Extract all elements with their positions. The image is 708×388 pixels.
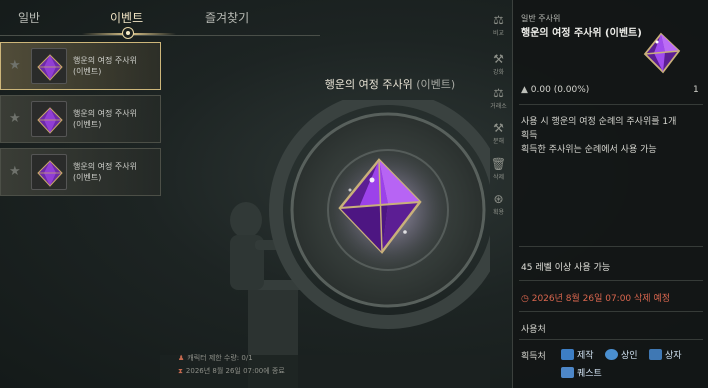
sidebar-label: 비교 (492, 30, 505, 37)
hammer-icon: ⚒ (493, 121, 504, 135)
item-name-line2: (이벤트) (73, 67, 102, 76)
acquisition-label: 획득처 (521, 352, 546, 362)
dice-item-icon (639, 30, 685, 76)
item-description: 사용 시 행운의 여정 순례의 주사위를 1개 획득 획득한 주사위는 순례에서… (521, 115, 701, 157)
divider (519, 246, 703, 247)
craft-icon (561, 349, 574, 360)
dice-thumbnail (31, 101, 67, 137)
active-tab-indicator (122, 27, 134, 39)
trash-icon: 🗑 (490, 157, 507, 171)
description-line: 획득 (521, 131, 538, 141)
item-stat: ▲ 0.00 (0.00%) (521, 85, 589, 95)
character-limit-text: ♟ 캐릭터 제한 수량: 0/1 (178, 353, 253, 363)
list-item[interactable]: ★ 행운의 여정 주사위 (이벤트) (0, 148, 161, 196)
source-label: 제작 (577, 351, 594, 361)
description-line: 사용 시 행운의 여정 순례의 주사위를 1개 (521, 117, 677, 127)
sidebar-item-enhance[interactable]: ⚒ 강화 (485, 52, 512, 76)
sidebar-label: 획용 (492, 209, 505, 216)
usage-label: 사용처 (521, 325, 546, 335)
favorite-star-icon[interactable]: ★ (9, 111, 21, 126)
merchant-icon (605, 349, 618, 360)
action-sidebar: ⚖ 비교 ⚒ 강화 ⚖ 거래소 ⚒ 분해 🗑 삭제 ⊛ 획용 (485, 0, 512, 388)
dice-thumbnail (31, 48, 67, 84)
dice-thumbnail (31, 154, 67, 190)
description-line: 획득한 주사위는 순례에서 사용 가능 (521, 145, 657, 155)
item-name: 행운의 여정 주사위 (이벤트) (73, 161, 159, 183)
divider (519, 280, 703, 281)
item-showcase (160, 91, 507, 388)
category-tabs: 일반 이벤트 즐겨찾기 (0, 0, 320, 39)
tab-general[interactable]: 일반 (18, 9, 40, 26)
sidebar-item-delete[interactable]: 🗑 삭제 (485, 157, 512, 181)
hourglass-icon: ⧗ (178, 367, 183, 375)
item-title: 행운의 여정 주사위 (이벤트) (521, 28, 642, 39)
sidebar-item-obtain[interactable]: ⊛ 획용 (485, 192, 512, 216)
source-crafting[interactable]: 제작 (561, 348, 594, 361)
source-label: 퀘스트 (577, 369, 602, 379)
item-detail-panel: 일반 주사위 행운의 여정 주사위 (이벤트) ▲ 0.00 (0.00%) 1… (512, 0, 708, 388)
expiry-notice: ◷ 2026년 8월 26일 07:00 삭제 예정 (521, 291, 670, 304)
list-item[interactable]: ★ 행운의 여정 주사위 (이벤트) (0, 95, 161, 143)
divider (519, 339, 703, 340)
sidebar-label: 거래소 (490, 103, 507, 110)
item-name-line1: 행운의 여정 주사위 (73, 162, 137, 171)
favorite-star-icon[interactable]: ★ (9, 164, 21, 179)
weight-icon: ▲ (521, 85, 531, 95)
clock-icon: ◷ (521, 294, 532, 304)
gift-icon: ⊛ (493, 192, 504, 206)
divider (519, 311, 703, 312)
source-label: 상인 (621, 351, 638, 361)
sidebar-label: 강화 (492, 69, 505, 76)
showcase-title-main: 행운의 여정 주사위 (324, 78, 413, 91)
sidebar-item-compare[interactable]: ⚖ 비교 (485, 13, 512, 37)
item-stat-value: 0.00 (0.00%) (530, 85, 590, 95)
item-name-line1: 행운의 여정 주사위 (73, 109, 137, 118)
person-icon: ♟ (178, 354, 185, 362)
event-end-text: ⧗ 2026년 8월 26일 07:00에 종료 (178, 366, 285, 376)
showcase-title: 행운의 여정 주사위 (이벤트) (305, 76, 475, 92)
chest-icon (649, 349, 662, 360)
sidebar-item-exchange[interactable]: ⚖ 거래소 (485, 86, 512, 110)
source-quest[interactable]: 퀘스트 (561, 366, 602, 379)
tab-favorites[interactable]: 즐겨찾기 (205, 9, 249, 26)
source-label: 상자 (665, 351, 682, 361)
divider (519, 104, 703, 105)
expiry-text: 2026년 8월 26일 07:00 삭제 예정 (531, 294, 671, 304)
source-chest[interactable]: 상자 (649, 348, 682, 361)
item-category: 일반 주사위 (521, 14, 561, 23)
character-limit-label: 캐릭터 제한 수량: 0/1 (187, 354, 253, 362)
trade-icon: ⚖ (493, 86, 504, 100)
sidebar-item-disassemble[interactable]: ⚒ 분해 (485, 121, 512, 145)
scale-icon: ⚖ (493, 13, 504, 27)
item-name-line1: 행운의 여정 주사위 (73, 56, 137, 65)
scroll-icon (561, 367, 574, 378)
list-item[interactable]: ★ 행운의 여정 주사위 (이벤트) (0, 42, 161, 90)
showcase-title-sub: (이벤트) (416, 78, 456, 91)
item-name: 행운의 여정 주사위 (이벤트) (73, 108, 159, 130)
inventory-screen: 일반 이벤트 즐겨찾기 ★ 행운의 여정 주사위 (이벤트) ★ 행운의 여정 … (0, 0, 708, 388)
event-end-label: 2026년 8월 26일 07:00에 종료 (185, 367, 285, 375)
sidebar-label: 분해 (492, 138, 505, 145)
sidebar-label: 삭제 (492, 174, 505, 181)
item-name-line2: (이벤트) (73, 120, 102, 129)
tab-event[interactable]: 이벤트 (110, 9, 143, 26)
source-merchant[interactable]: 상인 (605, 348, 638, 361)
item-count: 1 (693, 85, 699, 95)
favorite-star-icon[interactable]: ★ (9, 58, 21, 73)
anvil-icon: ⚒ (493, 52, 504, 66)
level-requirement: 45 레벨 이상 사용 가능 (521, 263, 611, 273)
item-name-line2: (이벤트) (73, 173, 102, 182)
item-name: 행운의 여정 주사위 (이벤트) (73, 55, 159, 77)
